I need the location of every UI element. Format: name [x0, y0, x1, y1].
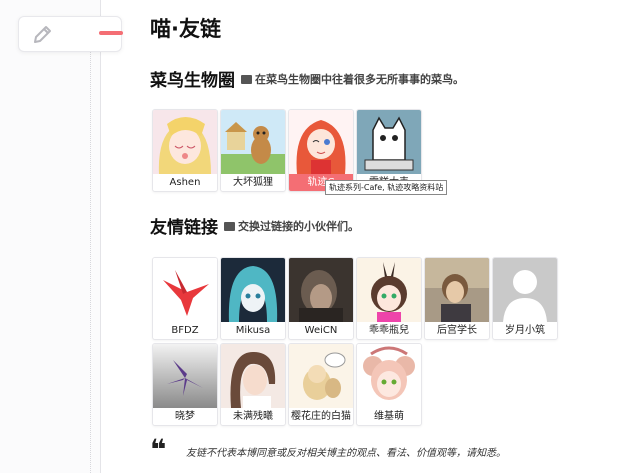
friend-name: 维基萌	[374, 411, 404, 422]
friend-card[interactable]: 未满残曦	[220, 343, 286, 426]
friend-name: 樱花庄的白猫	[291, 411, 351, 422]
friend-card[interactable]: WeiCN	[288, 257, 354, 340]
friend-card[interactable]: 后宫学长	[424, 257, 490, 340]
avatar	[221, 258, 285, 322]
friend-card[interactable]: 大坏狐狸	[220, 109, 286, 192]
friend-name: BFDZ	[171, 325, 199, 336]
sidebar-border	[100, 0, 101, 473]
avatar	[289, 344, 353, 408]
avatar	[425, 258, 489, 322]
avatar	[289, 258, 353, 322]
avatar	[221, 110, 285, 174]
friend-card[interactable]: 晓梦	[152, 343, 218, 426]
section-desc-text: 在菜鸟生物圈中往着很多无所事事的菜鸟。	[255, 73, 464, 86]
sidebar-dotted-divider	[90, 50, 91, 473]
avatar	[289, 110, 353, 174]
avatar	[493, 258, 557, 322]
friend-name: WeiCN	[304, 325, 338, 336]
accent-bar	[99, 31, 123, 35]
page-title: 喵·友链	[150, 17, 221, 41]
pencil-icon	[31, 24, 53, 46]
edit-button[interactable]	[18, 16, 123, 52]
friend-name: 乖乖瓶兒	[369, 325, 409, 336]
friend-name: 大坏狐狸	[233, 177, 273, 188]
disclaimer-text: 友链不代表本博同意或反对相关博主的观点、看法、价值观等，请知悉。	[186, 448, 506, 459]
avatar	[357, 258, 421, 322]
avatar	[357, 110, 421, 174]
friend-card[interactable]: BFDZ	[152, 257, 218, 340]
sidebar	[0, 0, 123, 473]
quote-icon: ❝	[150, 433, 167, 466]
avatar	[153, 110, 217, 174]
link-tooltip: 轨迹系列-Cafe, 轨迹攻略资料站	[325, 180, 448, 195]
friend-name: 未满残曦	[233, 411, 273, 422]
friend-name: Mikusa	[235, 325, 271, 336]
comment-icon	[241, 75, 252, 84]
friend-card[interactable]: 维基萌	[356, 343, 422, 426]
friend-card[interactable]: 乖乖瓶兒	[356, 257, 422, 340]
friend-card[interactable]: Mikusa	[220, 257, 286, 340]
section-title-friend-links: 友情链接	[150, 218, 218, 238]
section-title-friends-circle: 菜鸟生物圈	[150, 71, 235, 91]
friend-card[interactable]: 岁月小筑	[492, 257, 558, 340]
friend-name: Ashen	[169, 177, 201, 188]
friend-name: 后宫学长	[437, 325, 477, 336]
avatar	[357, 344, 421, 408]
friend-name: 晓梦	[175, 411, 195, 422]
section-desc-friends-circle: 在菜鸟生物圈中往着很多无所事事的菜鸟。	[241, 71, 464, 87]
section-desc-text: 交换过链接的小伙伴们。	[238, 220, 359, 233]
avatar	[153, 258, 217, 322]
friend-card[interactable]: Ashen	[152, 109, 218, 192]
avatar	[153, 344, 217, 408]
friend-card[interactable]: 樱花庄的白猫	[288, 343, 354, 426]
avatar	[221, 344, 285, 408]
section-desc-friend-links: 交换过链接的小伙伴们。	[224, 218, 359, 234]
friend-name: 岁月小筑	[505, 325, 545, 336]
comment-icon	[224, 222, 235, 231]
